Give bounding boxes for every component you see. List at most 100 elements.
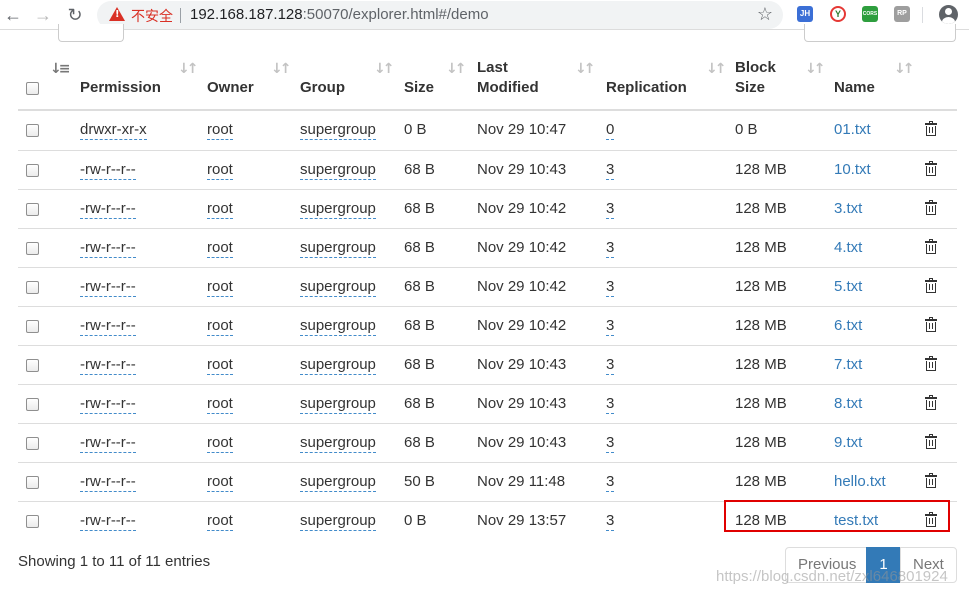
row-checkbox[interactable] bbox=[26, 398, 39, 411]
profile-avatar-icon[interactable] bbox=[939, 5, 958, 24]
cell-group[interactable]: supergroup bbox=[300, 278, 376, 297]
cell-replication[interactable]: 3 bbox=[606, 239, 615, 258]
trash-icon[interactable] bbox=[925, 434, 937, 449]
forward-arrow-icon[interactable]: → bbox=[32, 4, 54, 26]
cell-owner[interactable]: root bbox=[207, 395, 233, 414]
cell-replication[interactable]: 3 bbox=[606, 317, 615, 336]
header-permission[interactable]: Permission ↓↑ bbox=[80, 55, 202, 109]
cell-owner[interactable]: root bbox=[207, 200, 233, 219]
cell-owner[interactable]: root bbox=[207, 356, 233, 375]
cell-permission[interactable]: -rw-r--r-- bbox=[80, 356, 136, 375]
cell-name-link[interactable]: hello.txt bbox=[834, 473, 886, 490]
trash-icon[interactable] bbox=[925, 121, 937, 136]
back-arrow-icon[interactable]: ← bbox=[2, 4, 24, 26]
cell-permission[interactable]: -rw-r--r-- bbox=[80, 317, 136, 336]
sort-icon[interactable]: ↓↑ bbox=[706, 61, 727, 77]
cell-owner[interactable]: root bbox=[207, 239, 233, 258]
cell-name-link[interactable]: 9.txt bbox=[834, 434, 862, 451]
cell-owner[interactable]: root bbox=[207, 278, 233, 297]
cell-name-link[interactable]: 3.txt bbox=[834, 200, 862, 217]
cell-permission[interactable]: -rw-r--r-- bbox=[80, 434, 136, 453]
url-text[interactable]: 192.168.187.128:50070/explorer.html#/dem… bbox=[190, 6, 489, 23]
header-name[interactable]: Name ↓↑ bbox=[834, 55, 915, 109]
cell-replication[interactable]: 3 bbox=[606, 512, 615, 531]
header-last-modified[interactable]: Last Modified ↓↑ bbox=[477, 55, 597, 109]
cell-owner[interactable]: root bbox=[207, 161, 233, 180]
cell-group[interactable]: supergroup bbox=[300, 512, 376, 531]
cell-name-link[interactable]: 4.txt bbox=[834, 239, 862, 256]
row-checkbox[interactable] bbox=[26, 437, 39, 450]
row-checkbox[interactable] bbox=[26, 242, 39, 255]
header-group[interactable]: Group ↓↑ bbox=[300, 55, 400, 109]
cell-replication[interactable]: 3 bbox=[606, 278, 615, 297]
header-size[interactable]: Size ↓↑ bbox=[404, 55, 467, 109]
cell-permission[interactable]: drwxr-xr-x bbox=[80, 121, 147, 140]
cell-name-link[interactable]: 10.txt bbox=[834, 161, 871, 178]
trash-icon[interactable] bbox=[925, 200, 937, 215]
sort-active-icon[interactable]: ↓≡ bbox=[50, 61, 71, 77]
cell-name-link[interactable]: 6.txt bbox=[834, 317, 862, 334]
row-checkbox[interactable] bbox=[26, 359, 39, 372]
extension-jh-icon[interactable]: JH bbox=[797, 6, 813, 22]
row-checkbox[interactable] bbox=[26, 476, 39, 489]
cell-group[interactable]: supergroup bbox=[300, 161, 376, 180]
cell-permission[interactable]: -rw-r--r-- bbox=[80, 473, 136, 492]
extension-cors-icon[interactable]: CORS bbox=[862, 6, 878, 22]
cell-group[interactable]: supergroup bbox=[300, 121, 376, 140]
sort-icon[interactable]: ↓↑ bbox=[894, 61, 915, 77]
row-checkbox[interactable] bbox=[26, 515, 39, 528]
cell-group[interactable]: supergroup bbox=[300, 473, 376, 492]
row-checkbox[interactable] bbox=[26, 164, 39, 177]
bookmark-star-icon[interactable]: ☆ bbox=[757, 4, 773, 25]
cell-permission[interactable]: -rw-r--r-- bbox=[80, 278, 136, 297]
cell-replication[interactable]: 3 bbox=[606, 200, 615, 219]
warning-icon[interactable] bbox=[109, 7, 125, 21]
sort-icon[interactable]: ↓↑ bbox=[446, 61, 467, 77]
trash-icon[interactable] bbox=[925, 239, 937, 254]
trash-icon[interactable] bbox=[925, 161, 937, 176]
header-owner[interactable]: Owner ↓↑ bbox=[207, 55, 295, 109]
cell-permission[interactable]: -rw-r--r-- bbox=[80, 239, 136, 258]
trash-icon[interactable] bbox=[925, 473, 937, 488]
row-checkbox[interactable] bbox=[26, 281, 39, 294]
sort-icon[interactable]: ↓↑ bbox=[374, 61, 395, 77]
cell-replication[interactable]: 0 bbox=[606, 121, 615, 140]
insecure-label[interactable]: 不安全 bbox=[131, 6, 173, 26]
cell-name-link[interactable]: 8.txt bbox=[834, 395, 862, 412]
row-checkbox[interactable] bbox=[26, 203, 39, 216]
header-block-size[interactable]: Block Size ↓↑ bbox=[735, 55, 826, 109]
cell-name-link[interactable]: 01.txt bbox=[834, 121, 871, 138]
sort-icon[interactable]: ↓↑ bbox=[271, 61, 292, 77]
cell-owner[interactable]: root bbox=[207, 434, 233, 453]
cell-replication[interactable]: 3 bbox=[606, 434, 615, 453]
cell-replication[interactable]: 3 bbox=[606, 161, 615, 180]
cell-permission[interactable]: -rw-r--r-- bbox=[80, 395, 136, 414]
header-replication[interactable]: Replication ↓↑ bbox=[606, 55, 727, 109]
cell-owner[interactable]: root bbox=[207, 473, 233, 492]
cell-replication[interactable]: 3 bbox=[606, 473, 615, 492]
row-checkbox[interactable] bbox=[26, 320, 39, 333]
cell-replication[interactable]: 3 bbox=[606, 356, 615, 375]
select-all-checkbox[interactable] bbox=[26, 82, 39, 95]
cell-group[interactable]: supergroup bbox=[300, 395, 376, 414]
cell-owner[interactable]: root bbox=[207, 121, 233, 140]
cell-group[interactable]: supergroup bbox=[300, 239, 376, 258]
cell-owner[interactable]: root bbox=[207, 317, 233, 336]
sort-icon[interactable]: ↓↑ bbox=[575, 61, 596, 77]
trash-icon[interactable] bbox=[925, 395, 937, 410]
cell-permission[interactable]: -rw-r--r-- bbox=[80, 161, 136, 180]
cell-name-link[interactable]: 7.txt bbox=[834, 356, 862, 373]
cell-permission[interactable]: -rw-r--r-- bbox=[80, 512, 136, 531]
cell-group[interactable]: supergroup bbox=[300, 356, 376, 375]
cell-owner[interactable]: root bbox=[207, 512, 233, 531]
cell-name-link[interactable]: 5.txt bbox=[834, 278, 862, 295]
trash-icon[interactable] bbox=[925, 356, 937, 371]
search-input[interactable] bbox=[804, 24, 956, 42]
cell-group[interactable]: supergroup bbox=[300, 434, 376, 453]
cell-permission[interactable]: -rw-r--r-- bbox=[80, 200, 136, 219]
address-bar[interactable]: 不安全 192.168.187.128:50070/explorer.html#… bbox=[97, 1, 783, 29]
entries-per-page-select[interactable] bbox=[58, 24, 124, 42]
sort-icon[interactable]: ↓↑ bbox=[805, 61, 826, 77]
cell-group[interactable]: supergroup bbox=[300, 317, 376, 336]
reload-icon[interactable]: ↻ bbox=[64, 4, 86, 26]
